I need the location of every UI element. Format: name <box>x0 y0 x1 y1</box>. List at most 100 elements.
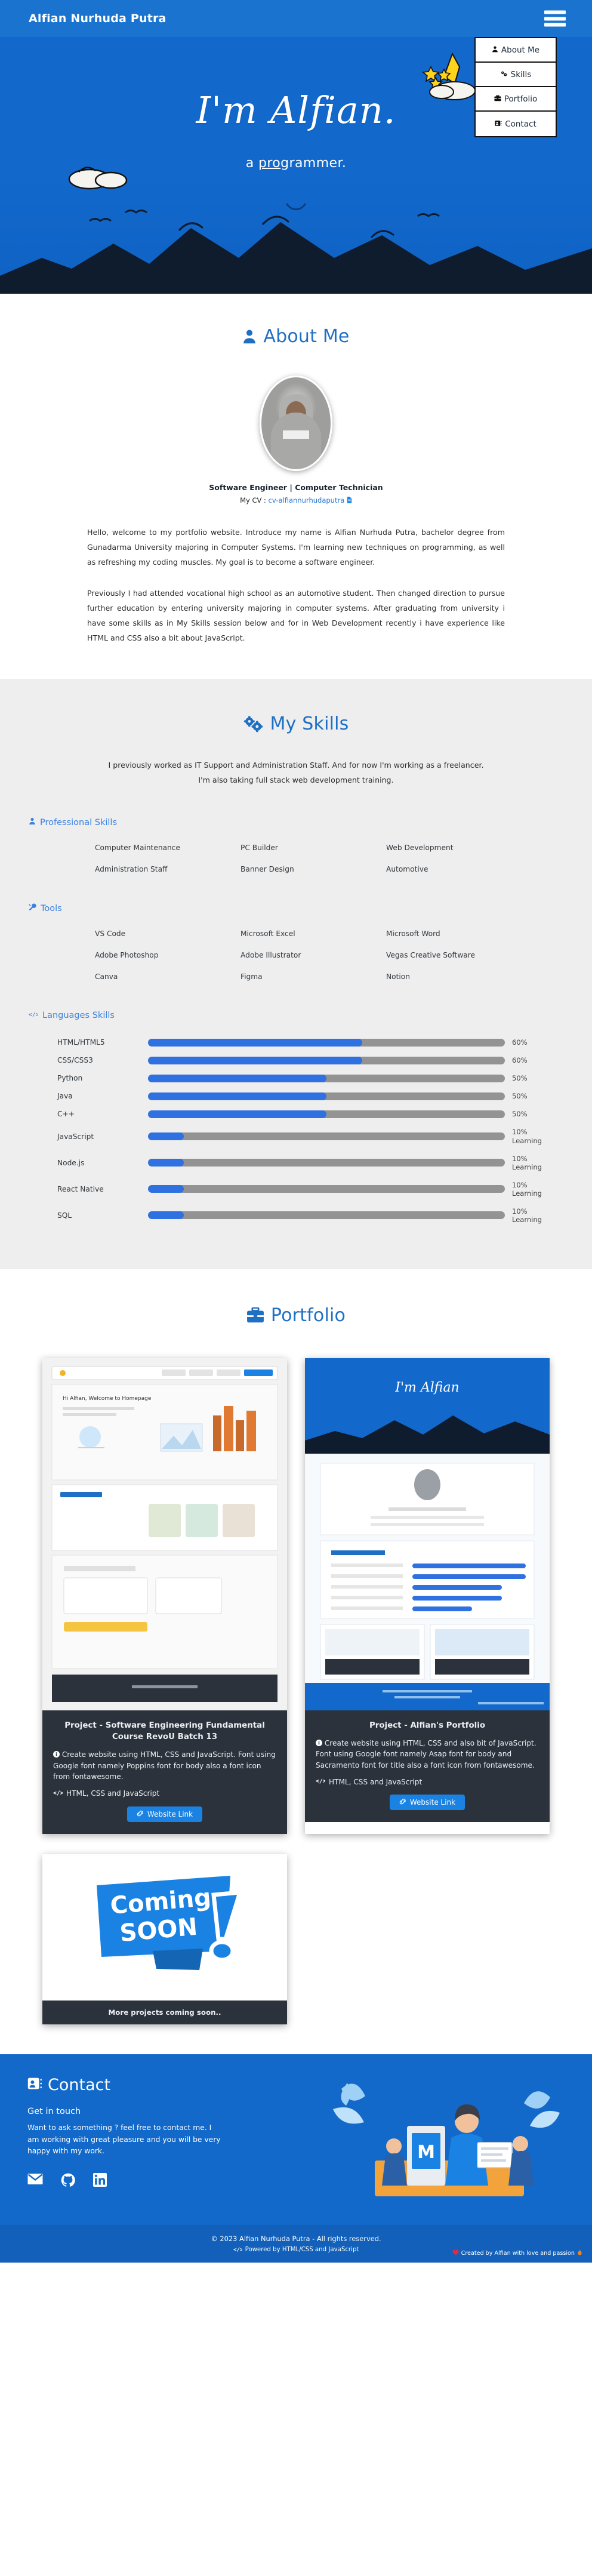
portfolio-card[interactable]: Hi Alfian, Welcome to Homepage Project -… <box>42 1358 287 1834</box>
skill-bar-fill <box>148 1038 362 1047</box>
footer-credit: Created by Alfian with love and passion <box>452 2249 582 2258</box>
skill-bar-fill <box>148 1132 184 1140</box>
profile-photo-container <box>0 376 592 473</box>
footer-powered-text: Powered by HTML/CSS and JavaScript <box>245 2246 359 2254</box>
hamburger-bar <box>544 23 566 27</box>
skills-heading-text: My Skills <box>270 713 349 735</box>
hamburger-menu-icon[interactable] <box>544 10 566 27</box>
cogs-icon <box>500 70 508 79</box>
skill-bar-value: 10% Learning <box>512 1155 547 1171</box>
contact-section: Contact Get in touch Want to ask somethi… <box>0 2054 592 2225</box>
skill-bar-track <box>148 1038 505 1047</box>
project-mockup-light: Hi Alfian, Welcome to Homepage <box>42 1358 287 1710</box>
cv-link[interactable]: cv-alfiannurhudaputra <box>269 496 345 504</box>
code-icon: </> <box>53 1789 64 1798</box>
skill-bar-track <box>148 1056 505 1064</box>
skill-bar-label: CSS/CSS3 <box>57 1056 93 1065</box>
portfolio-screenshot: Hi Alfian, Welcome to Homepage <box>42 1358 287 1710</box>
portfolio-heading-text: Portfolio <box>270 1304 346 1326</box>
skill-bar-percent: 50% <box>512 1110 528 1119</box>
skill-bar-track <box>148 1092 505 1100</box>
contact-heading-text: Contact <box>48 2075 111 2094</box>
portfolio-card[interactable]: I'm Alfian Project - Alfian's Portfolio … <box>305 1358 550 1834</box>
email-icon[interactable] <box>27 2173 43 2187</box>
coming-soon-banner-icon: Coming SOON <box>97 1876 243 1971</box>
coming-soon-caption: More projects coming soon.. <box>42 2000 287 2024</box>
tool-item: VS Code <box>95 930 126 938</box>
languages-skills-heading: </> Languages Skills <box>29 1011 592 1020</box>
skill-bar-value: 10% Learning <box>512 1207 547 1224</box>
footer-copyright: © 2023 Alfian Nurhuda Putra - All rights… <box>211 2234 381 2243</box>
website-link-button[interactable]: Website Link <box>127 1806 203 1822</box>
tool-item: Microsoft Excel <box>240 930 295 938</box>
info-icon <box>53 1750 62 1759</box>
skill-bar-label: React Native <box>57 1184 104 1193</box>
fire-icon <box>577 2249 582 2258</box>
portfolio-card-body: Project - Alfian's Portfolio Create webs… <box>305 1710 550 1823</box>
skill-bar-row: Node.js 10% Learning <box>45 1155 547 1171</box>
skill-item: Web Development <box>386 844 454 852</box>
mountain-silhouette-decoration <box>0 210 592 294</box>
svg-text:M: M <box>417 2142 435 2163</box>
portfolio-heading: Portfolio <box>0 1305 592 1326</box>
skill-bar-track <box>148 1211 505 1220</box>
tool-item: Adobe Photoshop <box>95 951 159 960</box>
skill-bar-value: 10% Learning <box>512 1181 547 1198</box>
skill-bar-percent: 10% <box>512 1180 528 1189</box>
nav-item-skills[interactable]: Skills <box>476 63 556 87</box>
mockup-graphic: Hi Alfian, Welcome to Homepage <box>42 1358 287 1710</box>
svg-text:</>: </> <box>233 2246 242 2252</box>
professional-skills-grid: Computer Maintenance PC Builder Web Deve… <box>60 844 532 873</box>
contact-illustration-graphic: M <box>333 2082 560 2196</box>
nav-item-label: Contact <box>505 119 536 129</box>
profile-role: Software Engineer | Computer Technician <box>209 483 383 492</box>
skill-bar-row: React Native 10% Learning <box>45 1181 547 1198</box>
skill-bar-fill <box>148 1092 326 1100</box>
about-paragraph: Hello, welcome to my portfolio website. … <box>87 528 505 567</box>
nav-item-portfolio[interactable]: Portfolio <box>476 87 556 112</box>
link-icon <box>399 1798 406 1806</box>
portfolio-card-description-text: Create website using HTML, CSS and also … <box>316 1739 536 1769</box>
cv-line: My CV : cv-alfiannurhudaputra <box>0 496 592 504</box>
skill-bar-track <box>148 1110 505 1118</box>
user-badge-icon <box>29 817 36 827</box>
skill-item: Administration Staff <box>95 865 168 874</box>
hero-subtitle-pre: a <box>245 156 258 171</box>
contact-inner: Contact Get in touch Want to ask somethi… <box>0 2076 592 2207</box>
skill-bar-percent: 50% <box>512 1092 528 1101</box>
skill-bar-note: Learning <box>512 1136 542 1145</box>
nav-item-contact[interactable]: Contact <box>476 112 556 136</box>
skill-bar-label: C++ <box>57 1110 75 1119</box>
contact-text: Want to ask something ? feel free to con… <box>27 2123 221 2156</box>
portfolio-card-description: Create website using HTML, CSS and JavaS… <box>53 1749 276 1782</box>
top-navigation-bar: Alfian Nurhuda Putra <box>0 0 592 37</box>
tools-icon <box>29 903 36 913</box>
skill-bar-label: Java <box>57 1092 73 1101</box>
tool-item: Notion <box>386 972 410 981</box>
portfolio-card-grid: Hi Alfian, Welcome to Homepage Project -… <box>0 1358 592 2024</box>
about-heading: About Me <box>0 326 592 347</box>
tools-grid: VS Code Microsoft Excel Microsoft Word A… <box>60 930 532 981</box>
skill-bar-row: HTML/HTML5 60% <box>45 1038 547 1047</box>
skill-bar-track <box>148 1074 505 1082</box>
avatar-logo <box>283 430 309 439</box>
skill-bar-percent: 10% <box>512 1154 528 1163</box>
nav-item-label: About Me <box>501 45 540 55</box>
skill-bar-fill <box>148 1074 326 1082</box>
portfolio-card-coming-soon: Coming SOON More projects coming soon.. <box>42 1854 287 2024</box>
nav-item-about-me[interactable]: About Me <box>476 38 556 63</box>
linkedin-icon[interactable] <box>93 2173 107 2187</box>
file-icon <box>347 496 352 504</box>
skills-intro-line: I previously worked as IT Support and Ad… <box>108 761 484 770</box>
skill-bar-percent: 10% <box>512 1128 528 1137</box>
languages-skills-bar-chart: HTML/HTML5 60% CSS/CSS3 60% Python 50% Java 50%… <box>45 1038 547 1223</box>
website-link-button[interactable]: Website Link <box>389 1795 465 1811</box>
tool-item: Adobe Illustrator <box>240 951 301 960</box>
tools-heading-text: Tools <box>41 903 62 913</box>
portfolio-card-tech: </> HTML, CSS and JavaScript <box>316 1777 539 1786</box>
skill-bar-fill <box>148 1159 184 1167</box>
github-icon[interactable] <box>61 2173 75 2187</box>
professional-skills-heading: Professional Skills <box>29 817 592 827</box>
svg-text:I'm Alfian: I'm Alfian <box>394 1380 459 1395</box>
skill-bar-fill <box>148 1185 184 1193</box>
